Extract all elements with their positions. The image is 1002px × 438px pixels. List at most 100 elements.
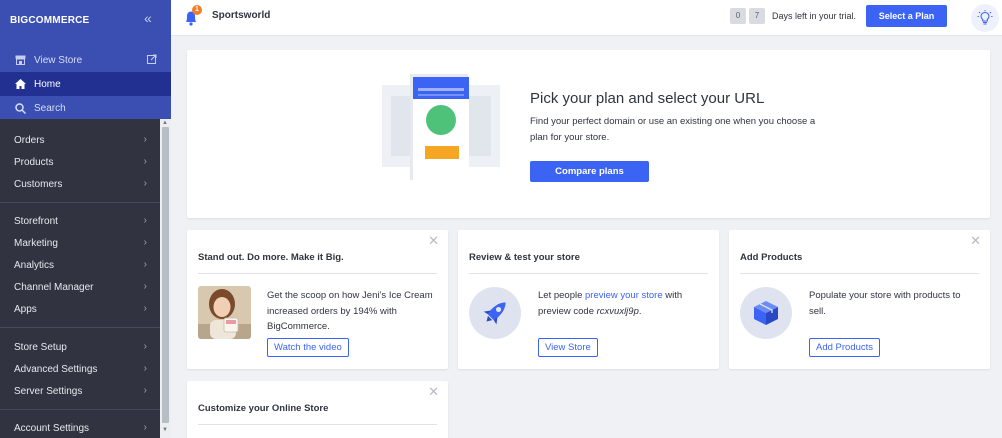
sidebar-item-store-setup[interactable]: Store Setup › <box>0 336 160 358</box>
tile-divider <box>198 424 437 425</box>
chevron-right-icon: › <box>143 341 147 352</box>
tile-text-part: Let people <box>538 290 586 301</box>
scroll-down-arrow-icon[interactable]: ▼ <box>162 427 168 433</box>
sidebar-item-label: View Store <box>34 54 83 66</box>
sidebar-item-customers[interactable]: Customers › <box>0 173 160 195</box>
sidebar-item-marketing[interactable]: Marketing › <box>0 232 160 254</box>
sidebar-divider <box>0 409 160 410</box>
trial-days-digit: 0 <box>730 8 746 24</box>
store-name: Sportsworld <box>212 10 271 21</box>
sidebar-item-advanced-settings[interactable]: Advanced Settings › <box>0 358 160 380</box>
search-icon <box>14 102 26 114</box>
sidebar-item-orders[interactable]: Orders › <box>0 129 160 151</box>
plan-illustration <box>382 74 500 183</box>
tile-divider <box>469 273 708 274</box>
sidebar-item-analytics[interactable]: Analytics › <box>0 254 160 276</box>
sidebar-item-server-settings[interactable]: Server Settings › <box>0 380 160 402</box>
scrollbar-thumb[interactable] <box>162 127 169 423</box>
tile-stand-out: Stand out. Do more. Make it Big. ✕ Get t… <box>187 230 448 369</box>
tile-divider <box>198 273 437 274</box>
sidebar-item-label: Storefront <box>14 215 58 227</box>
hero-title: Pick your plan and select your URL <box>530 90 765 107</box>
preview-store-link[interactable]: preview your store <box>585 290 663 301</box>
chevron-right-icon: › <box>143 303 147 314</box>
sidebar-item-label: Account Settings <box>14 422 90 434</box>
tile-add-products: Add Products ✕ Populate your store with … <box>729 230 990 369</box>
double-chevron-left-icon[interactable]: « <box>144 10 152 26</box>
logo-mark: BIGCOMMERCE <box>10 15 90 26</box>
chevron-right-icon: › <box>143 215 147 226</box>
trial-text: Days left in your trial. <box>772 11 857 21</box>
sidebar-item-home[interactable]: Home <box>0 72 171 96</box>
sidebar-item-label: Channel Manager <box>14 281 94 293</box>
sidebar-item-label: Store Setup <box>14 341 67 353</box>
sidebar-item-channel-manager[interactable]: Channel Manager › <box>0 276 160 298</box>
hero-description: Find your perfect domain or use an exist… <box>530 116 816 143</box>
notification-badge: 1 <box>192 5 202 15</box>
chevron-right-icon: › <box>143 156 147 167</box>
plan-hero-card: Pick your plan and select your URL Find … <box>187 50 990 218</box>
sidebar-item-label: Apps <box>14 303 37 315</box>
external-link-icon <box>147 54 157 67</box>
sidebar-divider <box>0 327 160 328</box>
close-icon[interactable]: ✕ <box>970 234 981 247</box>
scroll-up-arrow-icon[interactable]: ▲ <box>162 120 168 126</box>
sidebar-item-label: Server Settings <box>14 385 83 397</box>
sidebar-item-account-settings[interactable]: Account Settings › <box>0 417 160 438</box>
close-icon[interactable]: ✕ <box>428 234 439 247</box>
chevron-right-icon: › <box>143 363 147 374</box>
sidebar: BIGCOMMERCE « View Store Home Search Ord… <box>0 0 171 438</box>
sidebar-item-label: Home <box>34 78 61 90</box>
sidebar-item-label: Marketing <box>14 237 58 249</box>
tile-customize-store: Customize your Online Store ✕ <box>187 381 448 438</box>
tile-text: Populate your store with products to sel… <box>809 290 961 317</box>
sidebar-item-view-store[interactable]: View Store <box>0 48 171 72</box>
preview-code: rcxvuxlj9p <box>596 305 639 317</box>
tile-title: Add Products <box>740 252 803 263</box>
chevron-right-icon: › <box>143 385 147 396</box>
watch-video-button[interactable]: Watch the video <box>267 338 349 357</box>
trial-days-digit: 7 <box>749 8 765 24</box>
sidebar-scrollbar[interactable]: ▲ ▼ <box>160 119 171 438</box>
girl-with-ice-cream-photo <box>198 286 251 339</box>
close-icon[interactable]: ✕ <box>428 385 439 398</box>
storefront-icon <box>14 55 26 65</box>
sidebar-item-search[interactable]: Search <box>0 96 171 120</box>
chevron-right-icon: › <box>143 134 147 145</box>
logo-text: BIGCOMMERCE <box>10 15 90 26</box>
sidebar-item-storefront[interactable]: Storefront › <box>0 210 160 232</box>
sidebar-item-label: Analytics <box>14 259 55 271</box>
tile-text-part: . <box>638 305 642 317</box>
tile-title: Customize your Online Store <box>198 403 329 414</box>
sidebar-item-label: Customers <box>14 178 63 190</box>
chevron-right-icon: › <box>143 178 147 189</box>
sidebar-item-label: Advanced Settings <box>14 363 98 375</box>
package-box-icon <box>740 287 792 339</box>
chevron-right-icon: › <box>143 237 147 248</box>
chevron-right-icon: › <box>143 281 147 292</box>
tile-text: Let people preview your store with previ… <box>538 288 708 319</box>
sidebar-item-products[interactable]: Products › <box>0 151 160 173</box>
lightbulb-icon[interactable] <box>971 4 999 32</box>
tile-divider <box>740 273 979 274</box>
compare-plans-button[interactable]: Compare plans <box>530 161 649 182</box>
sidebar-top: BIGCOMMERCE « View Store Home Search <box>0 0 171 119</box>
sidebar-item-label: Products <box>14 156 54 168</box>
home-icon <box>14 79 26 89</box>
tile-text: Get the scoop on how Jeni’s Ice Cream in… <box>267 290 433 332</box>
chevron-right-icon: › <box>143 422 147 433</box>
sidebar-item-apps[interactable]: Apps › <box>0 298 160 320</box>
select-plan-button[interactable]: Select a Plan <box>866 5 947 27</box>
rocket-icon <box>469 287 521 339</box>
add-products-button[interactable]: Add Products <box>809 338 881 357</box>
view-store-button[interactable]: View Store <box>538 338 598 357</box>
tile-title: Stand out. Do more. Make it Big. <box>198 252 344 263</box>
tile-review-store: Review & test your store Let people prev… <box>458 230 719 369</box>
sidebar-divider <box>0 202 160 203</box>
sidebar-item-label: Orders <box>14 134 45 146</box>
top-header: 1 Sportsworld 0 7 Days left in your tria… <box>171 0 1002 36</box>
tile-title: Review & test your store <box>469 252 580 263</box>
bigcommerce-logo[interactable]: BIGCOMMERCE <box>10 12 96 26</box>
chevron-right-icon: › <box>143 259 147 270</box>
sidebar-item-label: Search <box>34 102 66 114</box>
